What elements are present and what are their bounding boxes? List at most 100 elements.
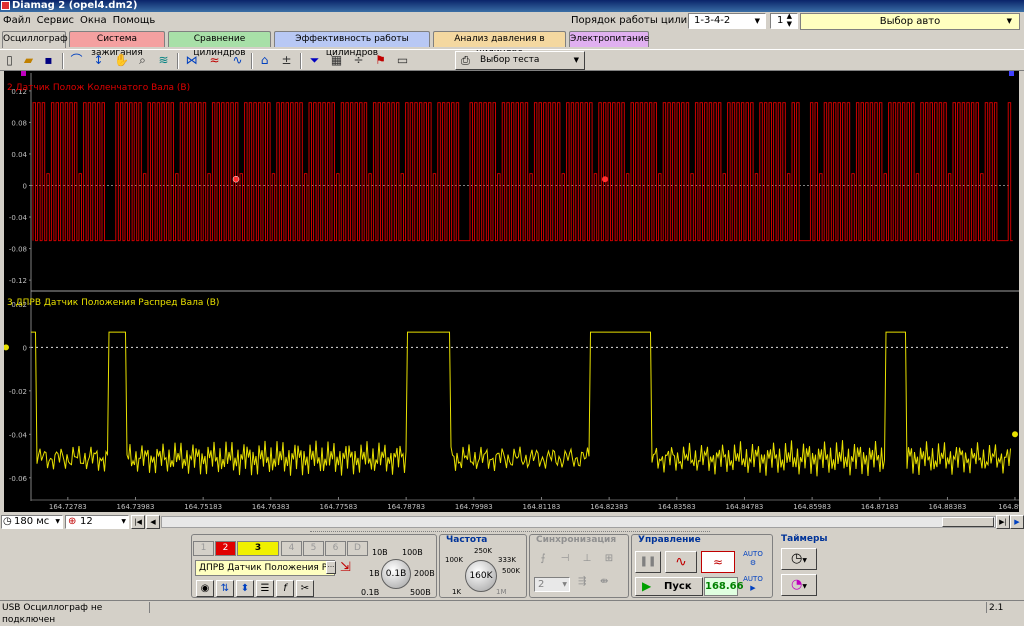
filter-icon[interactable]: ⏷	[306, 52, 323, 69]
scroll-right-button[interactable]: ▶|	[996, 515, 1010, 529]
tab-oscilloscope[interactable]: Осциллограф	[2, 31, 68, 48]
x-tick-label: 164.72783	[49, 503, 87, 511]
tab-cylinder-pressure[interactable]: Анализ давления в цилиндре	[433, 31, 566, 58]
x-tick-label: 164.73983	[117, 503, 155, 511]
level-icon[interactable]: ⊥	[578, 551, 596, 568]
channel-3-button[interactable]: 3	[237, 541, 279, 556]
time-scrollbar[interactable]	[161, 516, 996, 528]
cylinder-spin[interactable]: 1 ▲ ▼	[770, 12, 798, 29]
scroll-first-button[interactable]: |◀	[131, 515, 145, 529]
start-label: Пуск	[664, 581, 692, 592]
cursor-marker-right	[1009, 71, 1014, 76]
eye-icon[interactable]: ◉	[196, 580, 214, 597]
frequency-title: Частота	[446, 535, 488, 545]
tab-cylinder-compare[interactable]: Сравнение цилиндров	[168, 31, 271, 58]
zero-icon[interactable]: ±	[278, 52, 295, 69]
oscilloscope-chart[interactable]: 0.120.080.040-0.04-0.08-0.120.020-0.02-0…	[4, 71, 1019, 512]
move-vertical-icon[interactable]: ⬍	[236, 580, 254, 597]
spin-arrows-icon[interactable]: ▲ ▼	[784, 12, 795, 28]
start-button[interactable]: ▶ Пуск	[635, 577, 703, 596]
channel3-level-marker	[1012, 431, 1018, 438]
chevron-down-icon: ▼	[55, 518, 60, 525]
pause-icon[interactable]: ❚❚	[635, 551, 661, 573]
channel3-offset-marker	[4, 344, 9, 351]
document-icon[interactable]: ▭	[394, 52, 411, 69]
more-button[interactable]: ···	[326, 561, 336, 574]
channel-6-button[interactable]: 6	[325, 541, 346, 556]
wave-stretch-icon[interactable]: ≈	[206, 52, 223, 69]
open-folder-icon[interactable]: ▰	[20, 52, 37, 69]
play-icon[interactable]: ▶	[1010, 515, 1024, 529]
rising-edge-icon[interactable]: ⨍	[534, 551, 552, 568]
export-icon[interactable]: ⇲	[340, 560, 351, 575]
channel-4-button[interactable]: 4	[281, 541, 302, 556]
menu-file[interactable]: Файл	[0, 12, 34, 30]
timers-title: Таймеры	[781, 534, 828, 544]
scrollbar-thumb[interactable]	[942, 517, 994, 527]
function-icon[interactable]: f	[276, 580, 294, 597]
stack-icon[interactable]: ≋	[155, 52, 172, 69]
x-tick-label: 164.8958	[998, 503, 1019, 511]
sync-title: Синхронизация	[536, 535, 617, 545]
car-select[interactable]: Выбор авто ▼	[800, 13, 1020, 30]
cursor-marker-left	[21, 71, 26, 76]
y-tick-label: -0.04	[9, 431, 28, 439]
marker-icon[interactable]: ⚑	[372, 52, 389, 69]
tab-ignition[interactable]: Система зажигания	[69, 31, 165, 58]
voltage-knob[interactable]: 0.1В	[381, 559, 411, 589]
tab-power[interactable]: Электропитание	[569, 31, 649, 47]
channel-1-button[interactable]: 1	[193, 541, 214, 556]
channel-2-button[interactable]: 2	[215, 541, 236, 556]
window-title: Diamag 2 (opel4.dm2)	[12, 0, 138, 11]
timer-stopwatch-icon[interactable]: ◔▼	[781, 574, 817, 596]
tab-cylinder-efficiency[interactable]: Эффективность работы цилиндров	[274, 31, 430, 58]
x-tick-label: 164.85983	[793, 503, 831, 511]
timers-group: Таймеры ◷▼ ◔▼	[775, 534, 831, 598]
menu-windows[interactable]: Окна	[77, 12, 110, 30]
channel-5-button[interactable]: 5	[303, 541, 324, 556]
oscilloscope-area[interactable]: 0.12 0.08 0.04 0 -0.04 -0.08 -0.12 0.02 0 -0.02 -0…	[4, 71, 1019, 512]
timer-clock-icon[interactable]: ◷▼	[781, 548, 817, 570]
invert-icon[interactable]: ⇅	[216, 580, 234, 597]
wave-normal-icon[interactable]: ∿	[229, 52, 246, 69]
sync-group: Синхронизация ⨍ ⊣ ⊥ ⊞ 2 ▼ ⇶ ⇼	[529, 534, 629, 598]
new-file-icon[interactable]: ▯	[1, 52, 18, 69]
auto-play-icon[interactable]: AUTO ▶	[742, 575, 764, 597]
cursor-a-icon[interactable]: ⌒	[68, 52, 85, 69]
x-tick-label: 164.76383	[252, 503, 290, 511]
auto-label: AUTO	[743, 575, 763, 583]
save-icon[interactable]: ▪	[40, 52, 57, 69]
auto-icon[interactable]: ⌂	[256, 52, 273, 69]
menu-service[interactable]: Сервис	[34, 12, 77, 30]
sync-align-icon[interactable]: ⇶	[578, 576, 586, 587]
test-select[interactable]: ⎙ Выбор теста ▼	[455, 51, 585, 70]
frequency-knob[interactable]: 160K	[465, 560, 497, 592]
scroll-left-button[interactable]: ◀	[146, 515, 160, 529]
cursor-b-icon[interactable]: ↕	[90, 52, 107, 69]
channel-count-select[interactable]: ⊕ 12 ▼	[65, 515, 129, 529]
auto-settings-icon[interactable]: AUTO ⚙	[742, 550, 764, 572]
sync-center-icon[interactable]: ⇼	[600, 576, 608, 587]
freq-label: 500K	[502, 567, 520, 575]
menu-help[interactable]: Помощь	[110, 12, 159, 30]
falling-edge-icon[interactable]: ⊣	[556, 551, 574, 568]
sine-wave-icon[interactable]: ∿	[665, 551, 697, 573]
grid-icon[interactable]: ▦	[328, 52, 345, 69]
sensor-name-field[interactable]: ДПРВ Датчик Положения Рас	[195, 560, 335, 576]
tab-label: Осциллограф	[3, 34, 68, 44]
cylinder-order-select[interactable]: 1-3-4-2 ▼	[688, 13, 766, 29]
noisy-wave-icon[interactable]: ≈	[701, 551, 735, 573]
sync-mode-icon[interactable]: ⊞	[600, 551, 618, 568]
wave-compress-icon[interactable]: ⋈	[183, 52, 200, 69]
divide-icon[interactable]: ÷	[350, 52, 367, 69]
channel3-waveform	[31, 331, 1011, 477]
timebase-select[interactable]: ◷ 180 мс ▼	[1, 515, 63, 529]
lines-icon[interactable]: ☰	[256, 580, 274, 597]
zoom-icon[interactable]: ⌕	[134, 52, 151, 69]
sync-channel-select[interactable]: 2 ▼	[534, 577, 570, 592]
test-icon: ⎙	[461, 54, 470, 67]
hand-icon[interactable]: ✋	[113, 52, 130, 69]
y-tick-label: -0.02	[9, 388, 27, 396]
channel-d-button[interactable]: D	[347, 541, 368, 556]
tools-icon[interactable]: ✂	[296, 580, 314, 597]
